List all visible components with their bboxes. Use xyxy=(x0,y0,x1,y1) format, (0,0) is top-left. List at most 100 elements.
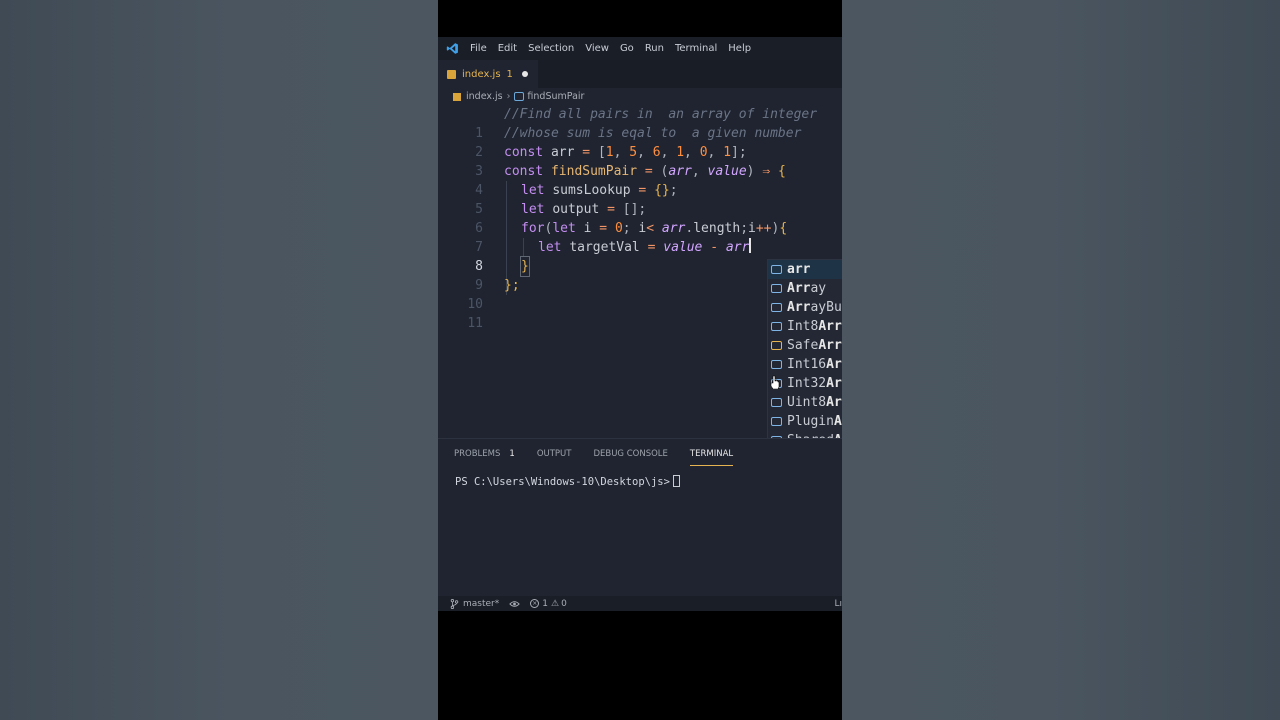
code-token: const xyxy=(504,164,544,179)
suggestion-item[interactable]: Arr ay xyxy=(768,279,842,298)
tab-label: OUTPUT xyxy=(536,449,572,459)
menu-file[interactable]: File xyxy=(470,43,487,54)
panel-tabs: PROBLEMS 1 OUTPUT DEBUG CONSOLE TERMINAL xyxy=(438,439,842,469)
code-token: let xyxy=(552,221,576,236)
tab-label: DEBUG CONSOLE xyxy=(593,449,668,459)
suggestion-text: Int32 xyxy=(787,376,827,391)
code-token: ⇒ xyxy=(762,164,771,179)
tab-output[interactable]: OUTPUT xyxy=(537,439,572,469)
code-token: = xyxy=(582,145,591,160)
tab-filename: index.js xyxy=(462,68,501,80)
code-token: value xyxy=(663,240,703,255)
problems-status[interactable]: × 1 ⚠ 0 xyxy=(530,599,567,609)
suggestion-item[interactable]: Plugin A xyxy=(768,412,842,431)
code-text: //whose sum is eqal to a given number xyxy=(504,126,802,141)
error-count: 1 xyxy=(542,598,548,609)
code-token: 1 xyxy=(676,145,685,160)
suggestion-match: Arr xyxy=(818,338,842,353)
branch-name: master* xyxy=(463,598,500,609)
code-text: const arr = [1, 5, 6, 1, 0, 1]; xyxy=(504,143,747,162)
menu-terminal[interactable]: Terminal xyxy=(675,43,717,54)
code-token: 1 xyxy=(723,145,732,160)
code-line: 8 let targetVal = value - arr xyxy=(438,238,842,274)
menu-bar: File Edit Selection View Go Run Terminal… xyxy=(438,37,842,60)
code-token: length xyxy=(693,221,741,236)
menu-help[interactable]: Help xyxy=(728,43,751,54)
video-frame: File Edit Selection View Go Run Terminal… xyxy=(438,0,842,720)
breadcrumb: index.js › findSumPair xyxy=(438,88,842,105)
menu-selection[interactable]: Selection xyxy=(528,43,574,54)
code-line: 5 let sumsLookup = {}; xyxy=(438,181,842,217)
code-text: //Find all pairs in an array of integer xyxy=(504,107,818,122)
code-token: ] xyxy=(731,145,739,160)
menu-view[interactable]: View xyxy=(585,43,609,54)
tab-terminal[interactable]: TERMINAL xyxy=(689,439,734,469)
eye-icon[interactable] xyxy=(509,600,520,608)
menu-run[interactable]: Run xyxy=(645,43,664,54)
code-token: findSumPair xyxy=(550,164,638,179)
variable-symbol-icon xyxy=(514,92,525,101)
suggestion-item[interactable]: Safe Arr xyxy=(768,336,842,355)
code-token: { xyxy=(779,221,788,236)
code-token: for xyxy=(521,221,545,236)
unsaved-dot-icon[interactable] xyxy=(521,71,528,77)
code-token: value xyxy=(707,164,747,179)
git-branch-status[interactable]: master* xyxy=(450,598,500,609)
chevron-right-icon: › xyxy=(506,91,511,102)
code-token: arr xyxy=(668,164,692,179)
suggestion-item[interactable]: Uint8 Ar xyxy=(768,393,842,412)
code-token: = xyxy=(644,164,653,179)
suggestion-match: A xyxy=(833,414,842,429)
menu-go[interactable]: Go xyxy=(620,43,634,54)
breadcrumb-symbol[interactable]: findSumPair xyxy=(527,91,584,102)
code-token: , xyxy=(691,164,700,179)
suggestion-text: Int16 xyxy=(787,357,827,372)
code-token: let xyxy=(538,240,562,255)
suggestion-text: Plugin xyxy=(787,414,834,429)
cursor-position-status[interactable]: Lı xyxy=(834,599,842,609)
code-token: arr xyxy=(725,240,750,255)
code-line: 6 let output = []; xyxy=(438,200,842,236)
code-token: ; xyxy=(622,221,631,236)
code-token: < xyxy=(646,221,655,236)
tab-index-js[interactable]: index.js 1 xyxy=(438,60,538,88)
variable-symbol-icon xyxy=(771,398,782,407)
suggestion-text: Safe xyxy=(787,338,819,353)
suggestion-match: Ar xyxy=(826,357,842,372)
code-token: 1 xyxy=(605,145,614,160)
code-line: 4 const findSumPair = (arr, value) ⇒ { xyxy=(438,162,842,198)
suggestion-match: Ar xyxy=(826,376,842,391)
code-token: sumsLookup xyxy=(552,183,631,198)
vscode-logo-icon xyxy=(446,42,460,56)
variable-symbol-icon xyxy=(771,322,782,331)
suggestion-item[interactable]: arr xyxy=(768,260,842,279)
code-token: ++ xyxy=(755,221,772,236)
suggestion-item[interactable]: Int16 Ar xyxy=(768,355,842,374)
problems-count-badge: 1 xyxy=(509,449,515,459)
code-token: [ xyxy=(597,145,606,160)
suggestion-item[interactable]: Int8 Arr xyxy=(768,317,842,336)
terminal-cursor xyxy=(672,475,680,487)
code-line: 3 const arr = [1, 5, 6, 1, 0, 1]; xyxy=(438,143,842,179)
suggestion-match: Arr xyxy=(787,300,811,315)
tab-label: TERMINAL xyxy=(689,449,734,459)
tab-problems[interactable]: PROBLEMS 1 xyxy=(454,439,515,469)
code-token: , xyxy=(637,145,645,160)
tab-debug-console[interactable]: DEBUG CONSOLE xyxy=(593,439,667,469)
breadcrumb-file[interactable]: index.js xyxy=(466,91,503,102)
menu-edit[interactable]: Edit xyxy=(498,43,517,54)
mouse-pointer-icon xyxy=(770,375,780,389)
suggestion-item[interactable]: Arr ayBu xyxy=(768,298,842,317)
terminal-output[interactable]: PS C:\Users\Windows-10\Desktop\js> xyxy=(438,469,842,488)
